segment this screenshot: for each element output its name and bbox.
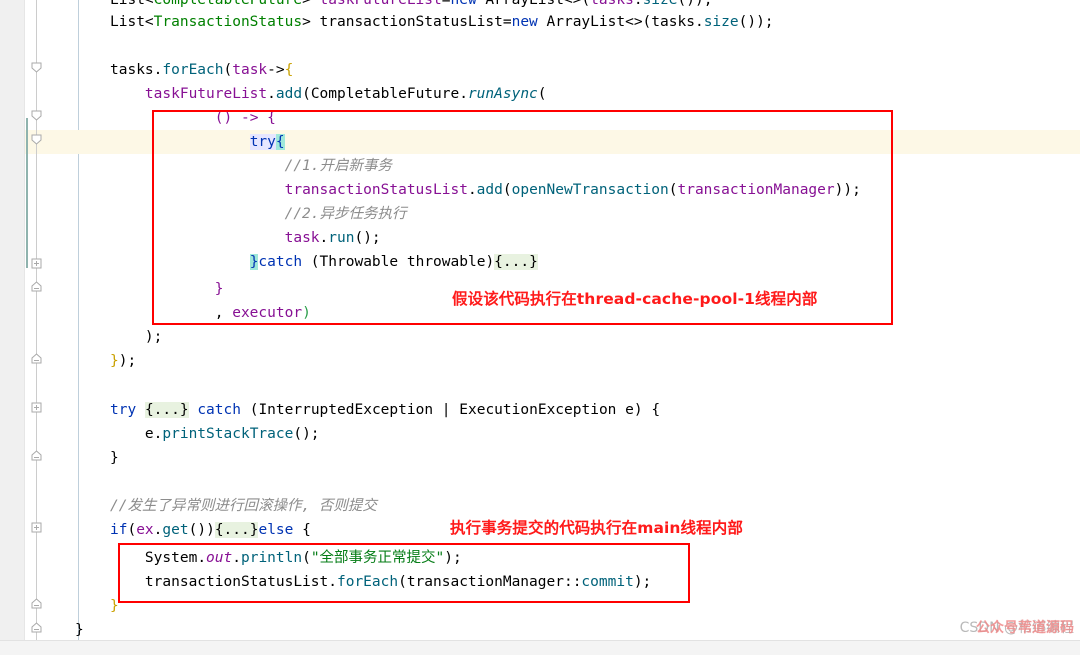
code-line-15[interactable]: ); [110, 325, 162, 349]
annotation-label-main-thread: 执行事务提交的代码执行在main线程内部 [450, 519, 743, 537]
code-line-7[interactable]: try{ [110, 130, 285, 154]
code-line-8[interactable]: //1.开启新事务 [110, 154, 392, 178]
code-line-9[interactable]: transactionStatusList.add(openNewTransac… [110, 178, 861, 202]
code-line-25[interactable]: transactionStatusList.forEach(transactio… [110, 570, 651, 594]
code-line-10[interactable]: //2.异步任务执行 [110, 202, 407, 226]
code-line-16[interactable]: }); [110, 349, 136, 373]
code-line-23[interactable]: if(ex.get()){...}else { [110, 518, 311, 542]
code-line-6[interactable]: () -> { [110, 106, 276, 130]
code-line-13[interactable]: } [110, 277, 224, 301]
annotation-label-thread-pool: 假设该代码执行在thread-cache-pool-1线程内部 [452, 290, 818, 308]
code-line-27[interactable]: } [75, 618, 84, 642]
code-line-11[interactable]: task.run(); [110, 226, 381, 250]
code-editor[interactable]: List<CompletableFuture> taskFutureList=n… [0, 0, 1080, 655]
editor-bottom-separator [0, 640, 1080, 655]
code-line-22[interactable]: //发生了异常则进行回滚操作, 否则提交 [110, 494, 377, 518]
code-line-26[interactable]: } [110, 594, 119, 618]
code-line-2[interactable]: List<TransactionStatus> transactionStatu… [110, 10, 774, 34]
code-line-19[interactable]: e.printStackTrace(); [110, 422, 320, 446]
code-line-24[interactable]: System.out.println("全部事务正常提交"); [110, 546, 462, 570]
code-line-5[interactable]: taskFutureList.add(CompletableFuture.run… [110, 82, 547, 106]
code-line-14[interactable]: , executor) [110, 301, 311, 325]
code-line-12[interactable]: }catch (Throwable throwable){...} [110, 250, 538, 274]
code-line-4[interactable]: tasks.forEach(task->{ [110, 58, 293, 82]
code-content[interactable]: List<CompletableFuture> taskFutureList=n… [0, 0, 1080, 640]
code-line-20[interactable]: } [110, 446, 119, 470]
watermark-author: 公众号苇道源码 [976, 620, 1074, 636]
code-line-18[interactable]: try {...} catch (InterruptedException | … [110, 398, 660, 422]
